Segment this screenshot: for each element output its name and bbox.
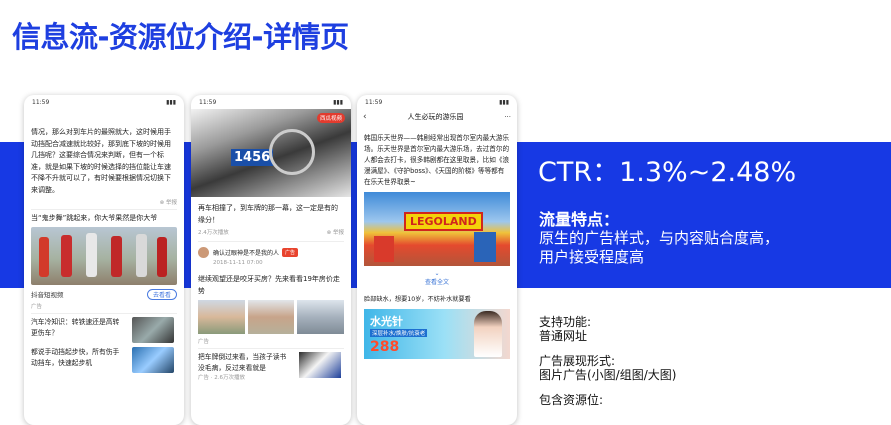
ad-user-row[interactable]: 确认过眼神是不是我的人 广告 <box>191 245 351 260</box>
status-bar: 11:59 ▮▮▮ <box>24 95 184 109</box>
expand-label: 查看全文 <box>424 279 449 286</box>
list-item[interactable]: 汽车冷知识：转铁速还是高转更伤车？ <box>24 316 184 343</box>
license-plate: 1456 <box>231 149 274 166</box>
go-see-button[interactable]: 去看看 <box>146 288 177 300</box>
report-link[interactable]: ⊗ 举报 <box>327 228 344 236</box>
house-ad-meta: 广告 <box>198 339 210 345</box>
list-item-thumb <box>299 352 341 378</box>
ad-banner[interactable]: 水光针 深层补水/焕肤/抗衰老 288 <box>364 308 510 359</box>
support-value: 普通网址 <box>539 329 588 343</box>
legoland-sign: LEGOLAND <box>404 212 483 231</box>
model-photo <box>474 310 502 357</box>
video-title: 当“鬼步舞”跳起来，你大爷果然是你大爷 <box>31 214 158 222</box>
back-icon[interactable]: ‹ <box>363 112 367 122</box>
video-thumbnail[interactable] <box>31 226 177 285</box>
phone-screen-2: 11:59 ▮▮▮ 西瓜视频 1456 再车相撞了，到车牌的那一幕，这一定是有的… <box>191 95 351 425</box>
format-value: 图片广告(小图/组图/大图) <box>539 368 677 382</box>
list-item[interactable]: 都说手动挡起步快，所有伤手动挡车，快速起步机 <box>24 343 184 373</box>
status-time: 11:59 <box>32 98 50 106</box>
article-paragraph: 情况，那么对到车片的最照就大，这时候用手动挡配合减速就比较好，那到底下坡的时候用… <box>31 128 171 194</box>
article-text: 韩国乐天世界——韩剧经常出现首尔室内最大游乐场。乐天世界是首尔室内最大游乐场，去… <box>364 134 510 186</box>
ad-user-name: 确认过眼神是不是我的人 <box>213 250 280 257</box>
traffic-line-2: 用户接受程度高 <box>539 248 645 266</box>
more-icon[interactable]: ··· <box>504 113 511 121</box>
phone-screen-3: 11:59 ▮▮▮ ‹ 人生必玩的游乐园 ··· 韩国乐天世界——韩剧经常出现首… <box>357 95 517 425</box>
ad-tag: 广告 <box>282 248 299 257</box>
grid-image <box>247 300 295 334</box>
video-player[interactable]: 西瓜视频 1456 <box>191 109 351 197</box>
phone-screen-1: 11:59 ▮▮▮ 情况，那么对到车片的最照就大，这时候用手动挡配合减速就比较好… <box>24 95 184 425</box>
divider <box>198 241 344 242</box>
ctr-value: CTR：1.3%~2.48% <box>538 157 797 188</box>
avatar <box>198 247 209 258</box>
xigua-badge: 西瓜视频 <box>316 113 345 123</box>
battery-icon: ▮▮▮ <box>166 98 176 106</box>
status-bar: 11:59 ▮▮▮ <box>191 95 351 109</box>
list-item-thumb <box>132 346 174 373</box>
list-item[interactable]: 把车牌倒过来看，当孩子读书没毛病，反过来看就是 广告 · 2.6万次播放 <box>191 352 351 381</box>
video-headline[interactable]: 再车相撞了，到车牌的那一幕，这一定是有的缘分！ <box>191 203 351 226</box>
ad-banner-sub: 深层补水/焕肤/抗衰老 <box>370 328 428 337</box>
divider <box>31 312 177 314</box>
divider <box>31 209 177 210</box>
traffic-line-1: 原生的广告样式，与内容贴合度高， <box>539 229 780 247</box>
nav-title: 人生必玩的游乐园 <box>407 113 464 121</box>
info-background <box>515 288 891 400</box>
expand-link[interactable]: ⌄ 查看全文 <box>357 270 517 286</box>
ad-banner-title: 水光针 <box>370 314 403 328</box>
house-ad-title[interactable]: 继续观望还是咬牙买房？先来看看19年房价走势 <box>191 274 351 297</box>
divider <box>198 348 344 349</box>
page-title: 信息流-资源位介绍-详情页 <box>12 20 349 54</box>
status-bar: 11:59 ▮▮▮ <box>357 95 517 109</box>
ad-text: 脸部缺水，想要10岁，不妨补水就要看 <box>364 296 471 303</box>
legoland-photo[interactable]: LEGOLAND <box>364 192 510 266</box>
list-item-meta: 广告 · 2.6万次播放 <box>198 375 245 381</box>
status-time: 11:59 <box>365 98 383 106</box>
list-item-title: 都说手动挡起步快，所有伤手动挡车，快速起步机 <box>31 347 120 367</box>
report-label: 举报 <box>165 200 177 206</box>
battery-icon: ▮▮▮ <box>333 98 343 106</box>
report-link[interactable]: ⊗ 举报 <box>24 198 184 206</box>
battery-icon: ▮▮▮ <box>499 98 509 106</box>
ad-label: 广告 <box>31 303 43 310</box>
image-grid[interactable] <box>191 297 351 337</box>
grid-image <box>198 300 245 334</box>
play-count: 2.4万次播放 <box>198 230 229 236</box>
status-time: 11:59 <box>199 98 217 106</box>
grid-image <box>297 300 345 334</box>
list-item-title: 汽车冷知识：转铁速还是高转更伤车？ <box>31 317 120 337</box>
chevron-down-icon: ⌄ <box>434 270 440 277</box>
video-source: 抖音短视频 <box>31 291 64 299</box>
list-item-title: 把车牌倒过来看，当孩子读书没毛病，反过来看就是 <box>198 353 287 372</box>
list-item-thumb <box>132 316 174 343</box>
ad-banner-price: 288 <box>370 338 400 355</box>
